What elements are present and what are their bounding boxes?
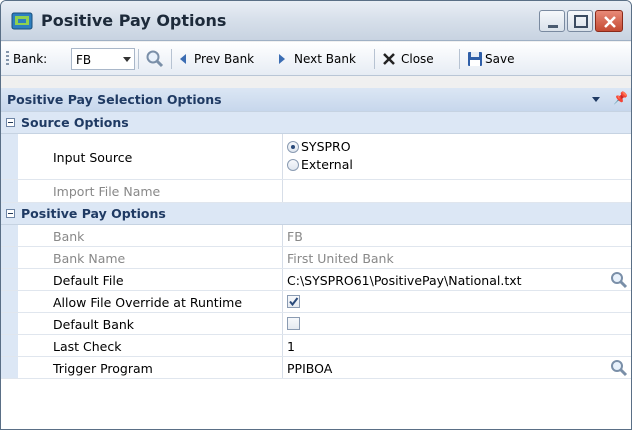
triangle-left-icon [179, 53, 187, 68]
allow-override-label: Allow File Override at Runtime [53, 295, 243, 310]
default-file-field[interactable]: C:\SYSPRO61\PositivePay\National.txt [287, 273, 522, 288]
prop-row-default-bank: Default Bank [1, 313, 631, 335]
bank-select[interactable]: FB [71, 48, 135, 70]
import-file-label: Import File Name [53, 184, 161, 199]
radio-external-label: External [301, 157, 353, 172]
input-source-label: Input Source [53, 150, 133, 165]
category-label: Positive Pay Options [21, 206, 166, 221]
prop-row-default-file: Default File C:\SYSPRO61\PositivePay\Nat… [1, 269, 631, 291]
toolbar-separator [459, 49, 460, 69]
app-icon [11, 11, 33, 31]
bank-name-value: First United Bank [287, 251, 394, 266]
toolbar-separator [171, 49, 172, 69]
dropdown-arrow-icon[interactable] [592, 97, 600, 102]
window-title: Positive Pay Options [41, 11, 227, 30]
close-label: Close [401, 52, 434, 66]
category-label: Source Options [21, 115, 129, 130]
radio-syspro[interactable] [287, 141, 299, 153]
category-positive-pay-options[interactable]: Positive Pay Options [1, 203, 631, 225]
radio-external[interactable] [287, 159, 299, 171]
default-bank-label: Default Bank [53, 317, 135, 332]
maximize-button[interactable] [567, 10, 593, 32]
toolbar-separator [374, 49, 375, 69]
default-bank-checkbox[interactable] [287, 317, 300, 330]
prop-row-bank: Bank FB [1, 225, 631, 247]
search-icon[interactable] [610, 359, 628, 377]
bank-label: Bank: [13, 52, 48, 66]
prop-row-trigger-program: Trigger Program PPIBOA [1, 357, 631, 379]
collapse-icon[interactable] [6, 118, 15, 127]
panel-header: Positive Pay Selection Options 📌 [1, 88, 631, 111]
next-bank-label: Next Bank [294, 52, 356, 66]
pin-icon[interactable]: 📌 [613, 91, 628, 105]
floppy-disk-icon [467, 51, 483, 70]
last-check-field[interactable]: 1 [287, 339, 295, 354]
title-bar: Positive Pay Options [1, 1, 631, 41]
toolbar-separator [138, 49, 139, 69]
toolbar-grip[interactable] [6, 51, 9, 67]
save-label: Save [485, 52, 515, 66]
last-check-label: Last Check [53, 339, 122, 354]
property-grid: Source Options Input Source SYSPRO Exter… [1, 111, 631, 429]
prop-row-import-file: Import File Name [1, 180, 631, 203]
radio-syspro-label: SYSPRO [301, 139, 351, 154]
triangle-right-icon [278, 53, 286, 68]
bank-prop-label: Bank [53, 229, 85, 244]
panel-title: Positive Pay Selection Options [7, 92, 222, 107]
prop-row-last-check: Last Check 1 [1, 335, 631, 357]
bank-select-value: FB [76, 53, 92, 67]
prop-row-input-source: Input Source SYSPRO External [1, 134, 631, 180]
positive-pay-window: Positive Pay Options Bank: FB Prev Bank … [0, 0, 632, 430]
default-file-label: Default File [53, 273, 124, 288]
bank-prop-value: FB [287, 229, 303, 244]
allow-override-checkbox[interactable] [287, 295, 300, 308]
search-icon[interactable] [145, 49, 165, 72]
x-icon [382, 52, 396, 69]
prop-row-bank-name: Bank Name First United Bank [1, 247, 631, 269]
trigger-program-label: Trigger Program [53, 361, 153, 376]
close-window-button[interactable] [595, 10, 623, 32]
toolbar: Bank: FB Prev Bank Next Bank Close Save [1, 42, 631, 76]
search-icon[interactable] [610, 271, 628, 289]
prop-row-allow-override: Allow File Override at Runtime [1, 291, 631, 313]
bank-name-label: Bank Name [53, 251, 126, 266]
category-source-options[interactable]: Source Options [1, 112, 631, 134]
minimize-button[interactable] [539, 10, 565, 32]
prev-bank-label: Prev Bank [194, 52, 255, 66]
chevron-down-icon [123, 57, 131, 62]
trigger-program-field[interactable]: PPIBOA [287, 361, 332, 376]
collapse-icon[interactable] [6, 209, 15, 218]
